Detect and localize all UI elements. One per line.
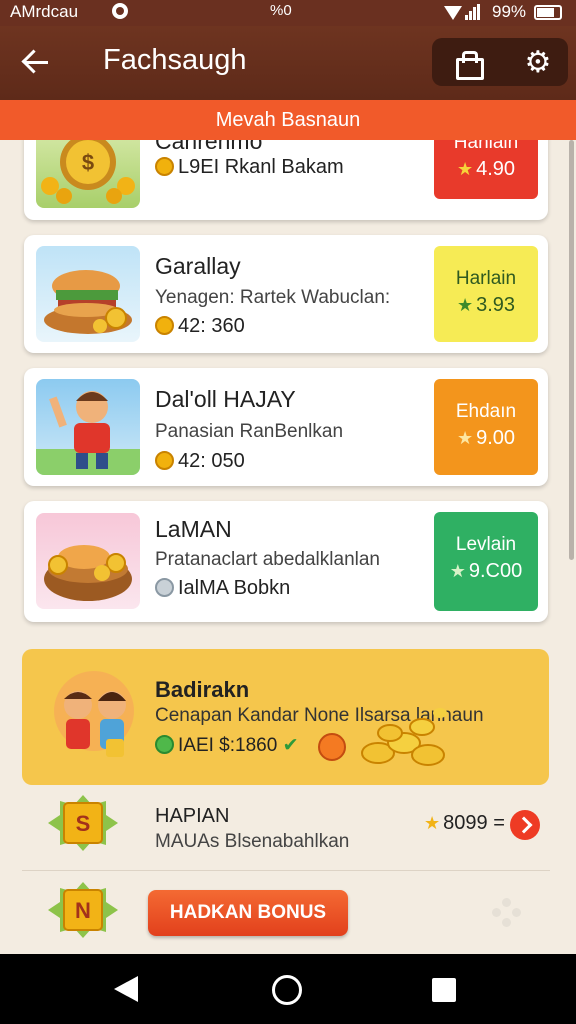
bonus-button[interactable]: HADKAN BONUS: [148, 890, 348, 936]
card-meta-text: IalMA Bobkn: [178, 577, 291, 599]
card-description: Yenagen: Rartek Wabuclan:: [155, 287, 391, 308]
badge-value: 9.C00: [468, 560, 523, 582]
card-title: Garallay: [155, 253, 241, 279]
status-bar: AMrdcau %0 99%: [0, 0, 576, 26]
page-title: Fachsaugh: [103, 44, 247, 76]
badge-value: 3.93: [476, 294, 516, 316]
medal-icon: N: [44, 882, 122, 946]
nav-home-icon[interactable]: [272, 975, 302, 1005]
card-meta-text: 42: 360: [178, 315, 245, 337]
card-title: Canrenmo: [155, 140, 263, 154]
bonus-row[interactable]: N HADKAN BONUS: [0, 880, 576, 954]
reward-row[interactable]: S HAPIAN MAUAs Blsenabahlkan ★ 8099 =: [0, 795, 576, 871]
badge-label: Ehdaın: [455, 401, 517, 422]
row-title: HAPIAN: [155, 805, 230, 827]
status-center-text: %0: [270, 2, 292, 19]
coin-icon: [155, 316, 174, 335]
card-meta: IalMA Bobkn: [155, 577, 290, 600]
sync-icon: [112, 3, 128, 19]
wifi-icon: [444, 6, 462, 20]
coins-pile-icon: [348, 707, 458, 775]
card-meta-text: 42: 050: [178, 450, 245, 472]
row-value: ★ 8099 =: [424, 812, 505, 835]
badge-value-row: ★ 9.00: [434, 427, 538, 450]
coin-icon: [155, 451, 174, 470]
nav-recents-icon[interactable]: [432, 978, 456, 1002]
back-arrow-icon[interactable]: [18, 44, 58, 80]
list-card[interactable]: Dal'oll HAJAY Panasian RanBenlkan 42: 05…: [24, 368, 548, 486]
card-description: Pratanaclart abedalklanlan: [155, 549, 380, 570]
scrollbar[interactable]: [569, 140, 574, 560]
food-thumbnail: $: [36, 140, 140, 208]
card-meta: 42: 050: [155, 450, 245, 473]
medal-icon: S: [44, 795, 122, 859]
badge-value-row: ★ 9.C00: [434, 560, 538, 583]
promo-card[interactable]: Badirakn Cenapan Kandar None Ilsarsa lan…: [22, 649, 549, 785]
food-thumbnail: [36, 246, 140, 342]
divider: [22, 870, 550, 871]
shopping-bag-icon[interactable]: [446, 46, 490, 80]
signal-icon: [465, 4, 480, 20]
system-nav-bar: [0, 954, 576, 1024]
check-icon: ✔: [282, 735, 299, 756]
card-title: LaMAN: [155, 516, 232, 542]
badge-value: 9.00: [476, 427, 516, 449]
badge-value-row: ★ 4.90: [434, 158, 538, 181]
clock-icon: [155, 735, 174, 754]
chevron-right-icon[interactable]: [510, 810, 540, 840]
card-meta: L9EI Rkanl Bakam: [155, 156, 344, 179]
list-card[interactable]: LaMAN Pratanaclart abedalklanlan IalMA B…: [24, 501, 548, 622]
rating-badge[interactable]: Ehdaın ★ 9.00: [434, 379, 538, 475]
food-thumbnail: [36, 513, 140, 609]
list-card[interactable]: Garallay Yenagen: Rartek Wabuclan: 42: 3…: [24, 235, 548, 353]
badge-label: Harlain: [455, 268, 517, 289]
app-bar-actions: ⚙: [432, 38, 568, 86]
carrier-label: AMrdcau: [10, 2, 79, 21]
more-icon[interactable]: [492, 898, 522, 928]
star-icon: ★: [456, 159, 474, 179]
promo-title: Badirakn: [155, 677, 250, 702]
card-meta: 42: 360: [155, 315, 245, 338]
row-value-text: 8099 =: [443, 812, 505, 834]
character-thumbnail: [36, 379, 140, 475]
kids-illustration: [42, 671, 146, 767]
nav-back-icon[interactable]: [114, 976, 138, 1002]
coin-icon: [155, 157, 174, 176]
svg-text:S: S: [76, 811, 91, 836]
card-meta-text: L9EI Rkanl Bakam: [178, 156, 344, 178]
coin-icon: [318, 733, 346, 761]
coin-icon: [155, 578, 174, 597]
badge-value-row: ★ 3.93: [434, 294, 538, 317]
card-description: Panasian RanBenlkan: [155, 421, 344, 442]
badge-label: Hanlaih: [453, 140, 519, 153]
rating-badge[interactable]: Hanlaih ★ 4.90: [434, 140, 538, 199]
badge-value: 4.90: [476, 158, 516, 180]
card-title: Dal'oll HAJAY: [155, 386, 296, 412]
content-list[interactable]: $ Canrenmo L9EI Rkanl Bakam Hanlaih ★ 4.9…: [0, 140, 576, 954]
battery-percent: 99%: [492, 2, 527, 21]
promo-banner[interactable]: Mevah Basnaun: [0, 100, 576, 140]
list-card[interactable]: $ Canrenmo L9EI Rkanl Bakam Hanlaih ★ 4.9…: [24, 140, 548, 220]
rating-badge[interactable]: Harlain ★ 3.93: [434, 246, 538, 342]
promo-meta: IAEI $:1860 ✔: [155, 734, 299, 757]
battery-icon: [534, 5, 562, 20]
star-icon: ★: [449, 561, 466, 581]
star-icon: ★: [456, 428, 474, 448]
app-bar: Fachsaugh ⚙: [0, 26, 576, 100]
row-description: MAUAs Blsenabahlkan: [155, 831, 350, 852]
svg-text:$: $: [82, 150, 94, 175]
star-icon: ★: [456, 295, 474, 315]
badge-label: Levlain: [455, 534, 517, 555]
promo-meta-text: IAEI $:1860: [178, 735, 278, 756]
gear-icon[interactable]: ⚙: [518, 46, 558, 80]
star-icon: ★: [424, 813, 441, 833]
rating-badge[interactable]: Levlain ★ 9.C00: [434, 512, 538, 611]
svg-text:N: N: [75, 898, 91, 923]
